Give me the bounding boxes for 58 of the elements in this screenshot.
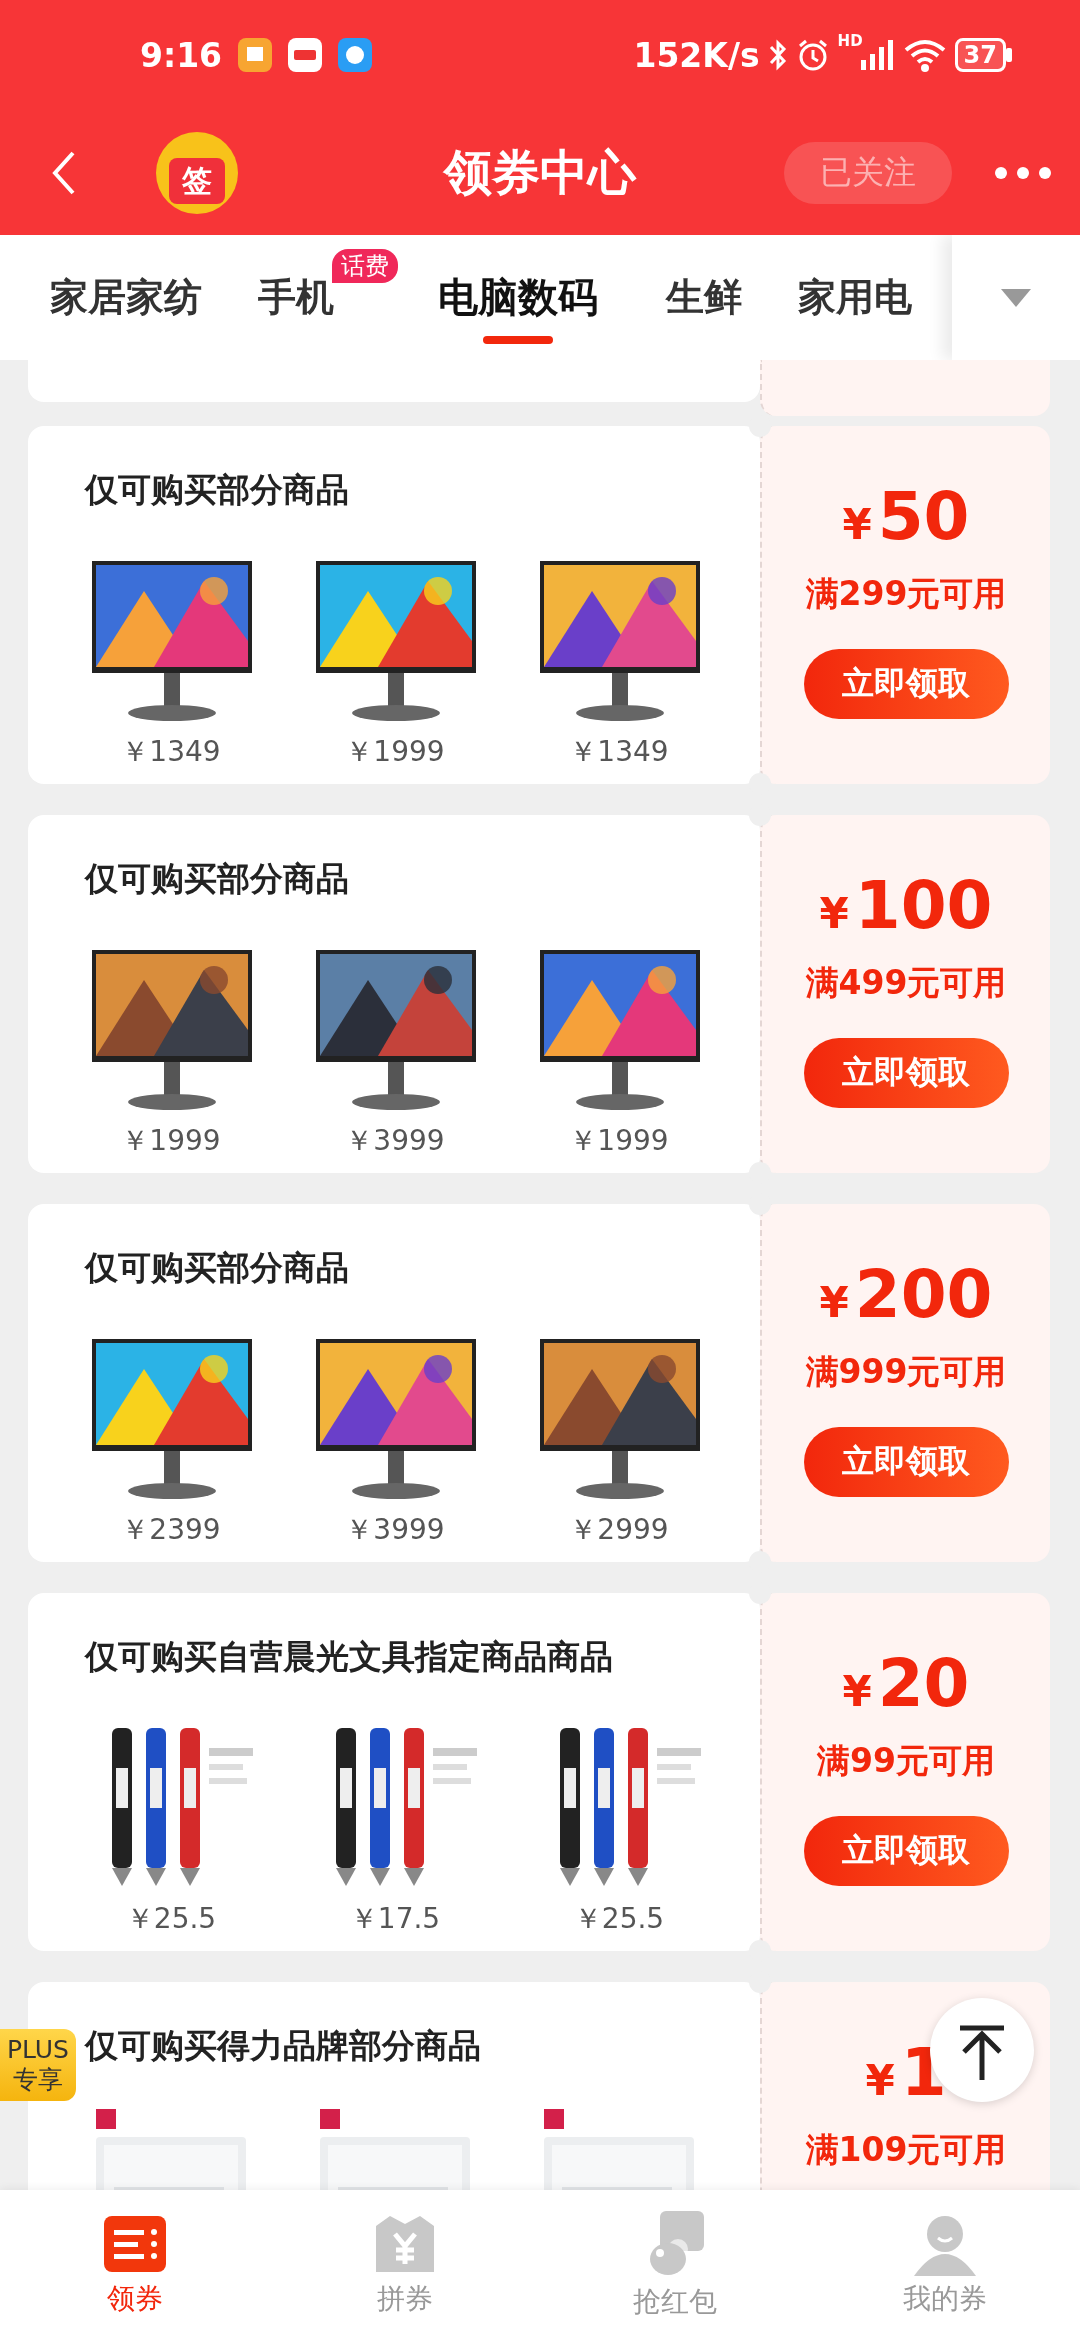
coupon-amount: ¥50 [842,482,970,557]
product-price: ￥2399 [121,1512,221,1548]
claim-button[interactable]: 立即领取 [803,1038,1009,1108]
coupon-condition: 满299元可用 [805,573,1007,615]
dropdown-icon[interactable] [1001,288,1031,307]
store-logo[interactable]: 签 [156,131,238,214]
bluetooth-icon [767,38,788,72]
category-tab[interactable]: 生鲜 [638,235,770,360]
nav-tab[interactable]: 拼券 [270,2190,540,2340]
coupon-amount: ¥1 [865,2038,947,2113]
tab-badge: 话费 [332,249,398,283]
category-tab[interactable]: 手机 话费 [230,235,398,360]
coupon-condition: 满999元可用 [805,1351,1007,1393]
coupon-condition: 满109元可用 [805,2129,1007,2171]
category-tab[interactable]: 家居家纺 [0,235,230,360]
nav-tab[interactable]: 抢红包 [540,2190,810,2340]
category-tab[interactable]: 电脑数码 [398,235,638,360]
wifi-icon [902,38,947,72]
nav-tab[interactable]: 我的券 [810,2190,1080,2340]
coupon-amount: ¥100 [819,871,993,946]
product-price: ￥1349 [569,734,669,770]
product-price: ￥1999 [569,1123,669,1159]
news-app-icon [288,38,323,72]
coupon-condition: 满99元可用 [817,1740,995,1782]
signal-icon [860,40,895,70]
product-price: ￥3999 [345,1123,445,1159]
claim-button[interactable]: 立即领取 [803,649,1009,719]
active-tab-indicator [483,336,553,344]
page-title: 领券中心 [444,142,636,202]
product-price: ￥1999 [345,734,445,770]
product-price: ￥25.5 [573,1901,665,1937]
follow-button[interactable]: 已关注 [784,141,952,204]
coupon-title: 仅可购买得力品牌部分商品 [85,2025,482,2067]
plus-badge: PLUS 专享 [0,2029,76,2101]
coupon-title: 仅可购买部分商品 [85,858,350,900]
product-price: ￥1999 [121,1123,221,1159]
clock-time: 9:16 [140,35,223,75]
coupon-amount: ¥200 [819,1260,993,1335]
coupon-title: 仅可购买自营晨光文具指定商品商品 [85,1636,614,1678]
category-tab[interactable]: 家用电 [770,235,940,360]
back-icon[interactable] [52,149,76,196]
nav-tab[interactable]: 领券 [0,2190,270,2340]
coupon-title: 仅可购买部分商品 [85,469,350,511]
network-speed: 152K/s [633,35,760,75]
product-price: ￥17.5 [349,1901,441,1937]
chat-app-icon [338,38,373,72]
network-type-label: HD [837,32,863,50]
claim-button[interactable]: 立即领取 [803,1816,1009,1886]
notes-app-icon [238,38,273,72]
coupon-title: 仅可购买部分商品 [85,1247,350,1289]
product-price: ￥1349 [121,734,221,770]
coupon-amount: ¥20 [842,1649,970,1724]
product-price: ￥25.5 [125,1901,217,1937]
more-icon[interactable] [994,165,1052,180]
product-price: ￥3999 [345,1512,445,1548]
claim-button[interactable]: 立即领取 [803,1427,1009,1497]
product-price: ￥2999 [569,1512,669,1548]
coupon-condition: 满499元可用 [805,962,1007,1004]
